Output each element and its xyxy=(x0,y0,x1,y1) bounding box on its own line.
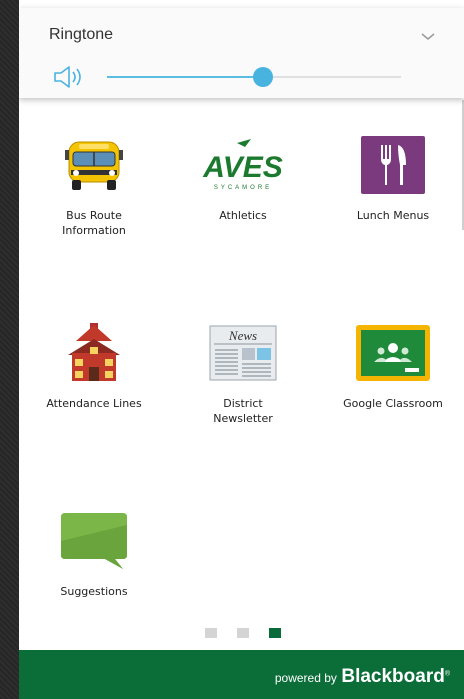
tile-label: Lunch Menus xyxy=(356,209,430,222)
volume-popup: Ringtone xyxy=(19,8,464,98)
tile-google-classroom[interactable]: Google Classroom xyxy=(319,318,464,411)
chevron-down-icon[interactable] xyxy=(421,32,435,42)
speech-bubble-icon xyxy=(61,513,127,569)
page-dot-1[interactable] xyxy=(205,628,217,638)
background-left xyxy=(0,0,19,699)
volume-slider-thumb[interactable] xyxy=(252,67,273,87)
powered-by-blackboard: powered by Blackboard® xyxy=(274,666,450,687)
svg-text:AVES: AVES xyxy=(202,151,282,184)
schoolhouse-icon xyxy=(68,323,120,381)
google-classroom-icon xyxy=(356,325,430,381)
school-bus-icon xyxy=(65,141,123,190)
tile-label: Suggestions xyxy=(60,585,128,598)
footer: powered by Blackboard® xyxy=(19,650,464,699)
newspaper-icon: News xyxy=(209,325,277,381)
tile-district-newsletter[interactable]: News District Newsletter xyxy=(169,318,317,426)
volume-slider[interactable] xyxy=(107,67,401,87)
tile-athletics[interactable]: AVES SYCAMORE Athletics xyxy=(169,130,317,223)
blackboard-logo-text: Blackboard xyxy=(341,666,445,687)
volume-slider-fill xyxy=(107,76,263,78)
volume-title: Ringtone xyxy=(49,26,114,43)
page-dot-2[interactable] xyxy=(237,628,249,638)
svg-text:SYCAMORE: SYCAMORE xyxy=(214,185,272,191)
tile-bus-route[interactable]: Bus Route Information xyxy=(20,130,168,238)
tile-suggestions[interactable]: Suggestions xyxy=(20,506,168,599)
page-dot-3[interactable] xyxy=(269,628,281,638)
tile-label: Attendance Lines xyxy=(46,397,142,410)
tile-label: Google Classroom xyxy=(343,397,443,410)
fork-knife-icon xyxy=(361,136,425,194)
powered-by-text: powered by xyxy=(274,671,337,685)
page-indicator xyxy=(205,628,285,640)
tile-label: Bus Route Information xyxy=(62,209,126,237)
tile-label: Athletics xyxy=(219,209,267,222)
app-panel: Ringtone Bus Route Information AVES SYCA… xyxy=(19,0,464,699)
tile-lunch-menus[interactable]: Lunch Menus xyxy=(319,130,464,223)
tile-label: District Newsletter xyxy=(213,397,273,425)
tile-attendance-lines[interactable]: Attendance Lines xyxy=(20,318,168,411)
aves-sycamore-logo: AVES SYCAMORE xyxy=(202,139,283,191)
svg-text:News: News xyxy=(228,328,257,343)
speaker-icon[interactable] xyxy=(53,65,85,89)
